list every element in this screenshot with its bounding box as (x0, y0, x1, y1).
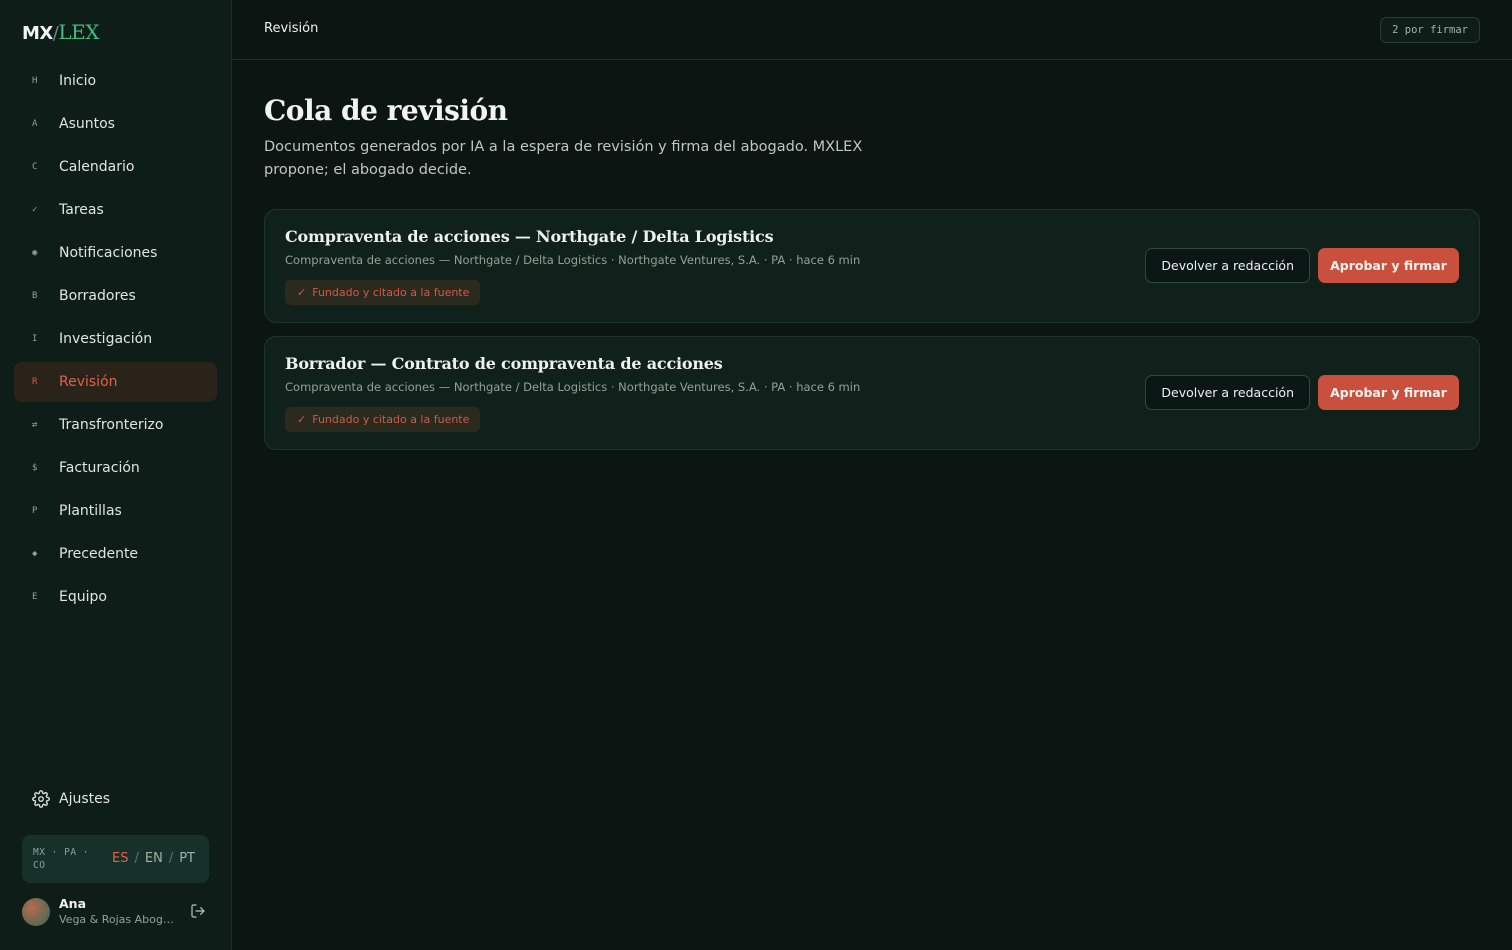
review-card: Borrador — Contrato de compraventa de ac… (264, 336, 1480, 450)
sidebar-item-facturacion[interactable]: $ Facturación (14, 448, 217, 488)
review-card-meta: Compraventa de acciones — Northgate / De… (285, 380, 861, 394)
review-card-meta: Compraventa de acciones — Northgate / De… (285, 253, 861, 267)
sidebar-item-label: Revisión (59, 374, 118, 390)
grounded-badge-label: Fundado y citado a la fuente (312, 413, 470, 426)
lang-es[interactable]: ES (112, 851, 128, 866)
sidebar-item-equipo[interactable]: E Equipo (14, 577, 217, 617)
sidebar-item-notificaciones[interactable]: ◉ Notificaciones (14, 233, 217, 273)
jurisdictions-label: MX · PA · CO (33, 847, 89, 871)
grounded-badge: ✓ Fundado y citado a la fuente (285, 280, 481, 305)
sidebar-item-label: Asuntos (59, 116, 115, 132)
page-subtitle: Documentos generados por IA a la espera … (264, 139, 863, 178)
lang-separator: / (168, 851, 174, 866)
lang-separator: / (134, 851, 139, 866)
sidebar-item-key: C (32, 162, 38, 172)
review-card-title: Compraventa de acciones — Northgate / De… (285, 227, 774, 246)
user-name: Ana (59, 896, 87, 911)
check-icon: ✓ (32, 205, 38, 215)
sidebar-item-label: Transfronterizo (59, 417, 164, 433)
sidebar-item-label: Borradores (59, 288, 136, 304)
sidebar-item-tareas[interactable]: ✓ Tareas (14, 190, 217, 230)
arrows-icon: ⇄ (32, 420, 38, 430)
sidebar-item-label: Tareas (59, 202, 104, 218)
review-card: Compraventa de acciones — Northgate / De… (264, 209, 1480, 323)
sidebar-item-key: B (32, 291, 38, 301)
sidebar-item-precedente[interactable]: ◆ Precedente (14, 534, 217, 574)
main-content: Cola de revisión Documentos generados po… (264, 60, 1480, 450)
review-card-title: Borrador — Contrato de compraventa de ac… (285, 354, 723, 373)
sidebar-item-label: Facturación (59, 460, 140, 476)
top-bar: Revisión 2 por firmar (232, 0, 1512, 60)
breadcrumb: Revisión (264, 21, 319, 36)
check-icon: ✓ (297, 413, 307, 426)
sidebar-item-borradores[interactable]: B Borradores (14, 276, 217, 316)
return-to-drafting-button[interactable]: Devolver a redacción (1145, 248, 1310, 283)
approve-and-sign-button[interactable]: Aprobar y firmar (1318, 248, 1459, 283)
logo[interactable]: MX/LEX (22, 20, 99, 44)
grounded-badge-label: Fundado y citado a la fuente (312, 286, 470, 299)
sidebar-item-label: Equipo (59, 589, 107, 605)
sidebar-item-key: A (32, 119, 38, 129)
lang-en[interactable]: EN (145, 851, 163, 866)
sidebar-item-label: Notificaciones (59, 245, 158, 261)
user-profile[interactable]: Ana Vega & Rojas Abogados (22, 895, 212, 929)
sidebar-item-transfronterizo[interactable]: ⇄ Transfronterizo (14, 405, 217, 445)
sidebar-item-asuntos[interactable]: A Asuntos (14, 104, 217, 144)
sidebar-item-label: Inicio (59, 73, 97, 89)
approve-and-sign-button[interactable]: Aprobar y firmar (1318, 375, 1459, 410)
sidebar-item-calendario[interactable]: C Calendario (14, 147, 217, 187)
sidebar-item-label: Plantillas (59, 503, 122, 519)
dot-icon: ◉ (32, 248, 38, 258)
user-info: Ana Vega & Rojas Abogados (59, 896, 177, 928)
sidebar-item-revision[interactable]: R Revisión (14, 362, 217, 402)
return-to-drafting-button[interactable]: Devolver a redacción (1145, 375, 1310, 410)
sidebar-item-key: E (32, 592, 38, 602)
sidebar-item-key: H (32, 76, 38, 86)
sidebar-item-inicio[interactable]: H Inicio (14, 61, 217, 101)
logo-lex: LEX (58, 20, 99, 44)
sidebar-item-plantillas[interactable]: P Plantillas (14, 491, 217, 531)
locale-switcher: MX · PA · CO ES / EN / PT (22, 835, 209, 883)
sidebar-item-label: Investigación (59, 331, 153, 347)
sidebar: MX/LEX H Inicio A Asuntos C Calendario ✓… (0, 0, 232, 950)
logo-mx: MX (22, 23, 53, 44)
sidebar-item-investigacion[interactable]: I Investigación (14, 319, 217, 359)
user-org: Vega & Rojas Abogados (59, 913, 177, 926)
settings-label: Ajustes (59, 791, 111, 807)
check-icon: ✓ (297, 286, 307, 299)
gear-icon (32, 790, 50, 808)
lang-pt[interactable]: PT (179, 851, 195, 866)
grounded-badge: ✓ Fundado y citado a la fuente (285, 407, 481, 432)
sidebar-item-key: R (32, 377, 38, 387)
pending-signature-badge: 2 por firmar (1380, 17, 1480, 43)
sidebar-item-label: Precedente (59, 546, 139, 562)
sidebar-item-key: I (32, 334, 38, 344)
dollar-icon: $ (32, 463, 38, 473)
logout-icon[interactable] (190, 903, 206, 919)
sidebar-item-label: Calendario (59, 159, 135, 175)
sidebar-item-key: P (32, 506, 38, 516)
sidebar-nav: H Inicio A Asuntos C Calendario ✓ Tareas… (14, 61, 217, 620)
page-title: Cola de revisión (264, 94, 508, 127)
diamond-icon: ◆ (32, 549, 38, 559)
settings-link[interactable]: Ajustes (32, 790, 110, 808)
avatar (22, 898, 50, 926)
language-selector: ES / EN / PT (112, 851, 195, 866)
